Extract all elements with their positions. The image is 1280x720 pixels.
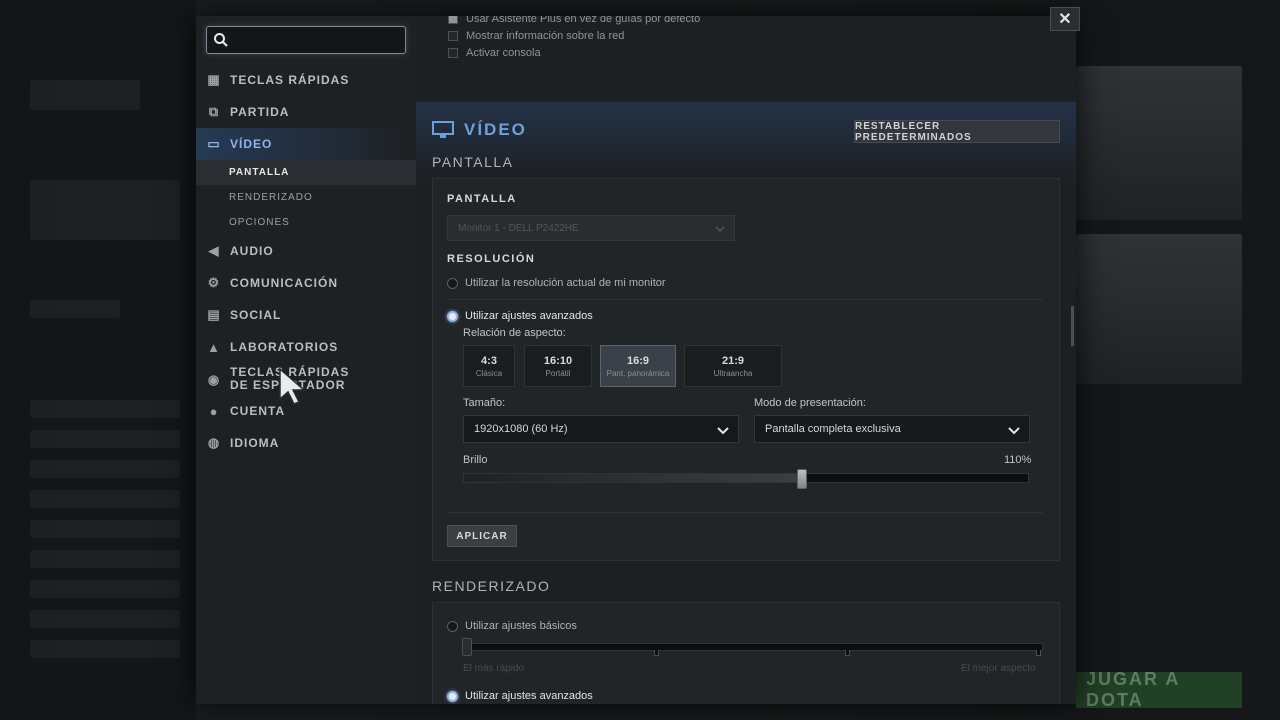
speaker-icon: ◀ [208,243,220,258]
divider [447,512,1043,513]
radio-button[interactable] [447,620,458,632]
brightness-value: 110% [1004,454,1032,466]
apply-button[interactable]: APLICAR [447,525,517,547]
scrollbar[interactable] [1071,306,1074,346]
search-icon [214,33,228,47]
close-button[interactable]: ✕ [1050,7,1080,31]
chevron-down-icon [717,427,729,435]
rendering-section-heading: RENDERIZADO [432,578,551,594]
chevron-down-icon [715,226,725,233]
spectator-icon: ◉ [207,371,221,387]
display-label: PANTALLA [447,193,517,205]
hotkeys-icon: ▦ [207,72,221,87]
sidebar-subitem-options[interactable]: OPCIONES [196,210,416,235]
display-panel: PANTALLA Monitor 1 - DELL P2422HE RESOLU… [432,178,1060,561]
sidebar-item-social[interactable]: ▤ SOCIAL [196,299,416,331]
chevron-down-icon [1008,427,1020,435]
radio-current-resolution[interactable]: Utilizar la resolución actual de mi moni… [447,277,666,289]
sidebar-item-match[interactable]: ⧉ PARTIDA [196,96,416,128]
radio-button[interactable] [447,690,458,702]
radio-basic-settings[interactable]: Utilizar ajustes básicos [447,620,577,632]
chat-icon: ▤ [207,307,221,322]
size-label: Tamaño: [463,397,506,409]
option-row[interactable]: Usar Asistente Plus en vez de guías por … [448,16,700,27]
background-news-card [1076,234,1242,384]
settings-content: Usar Asistente Plus en vez de guías por … [416,16,1076,704]
slider-tick [1036,650,1041,656]
checkbox[interactable] [448,30,458,41]
brightness-slider[interactable] [463,469,1029,489]
slider-fill [464,474,803,482]
resolution-label: RESOLUCIÓN [447,253,536,265]
best-looking-label: El mejor aspecto [961,663,1036,674]
sidebar-subitem-rendering[interactable]: RENDERIZADO [196,185,416,210]
aspect-option-21-9[interactable]: 21:9 Ultraancha [684,345,782,387]
slider-thumb[interactable] [797,469,808,489]
quality-slider[interactable] [462,638,1043,656]
user-icon: ● [209,403,219,419]
video-section-title: VÍDEO [432,120,527,140]
slider-thumb[interactable] [462,638,472,656]
slider-tick [654,650,659,656]
flask-icon: ▲ [207,339,221,355]
display-section-heading: PANTALLA [432,154,514,170]
sidebar-item-audio[interactable]: ◀ AUDIO [196,235,416,267]
misc-options: Usar Asistente Plus en vez de guías por … [448,16,700,61]
background-news-card [1076,66,1242,220]
radio-advanced-resolution[interactable]: Utilizar ajustes avanzados [447,310,593,322]
aspect-option-4-3[interactable]: 4:3 Clásica [463,345,515,387]
radio-button[interactable] [447,310,458,322]
monitor-dropdown[interactable]: Monitor 1 - DELL P2422HE [447,215,735,241]
search-input[interactable] [206,26,406,54]
presentation-mode-label: Modo de presentación: [754,397,866,409]
radio-button[interactable] [447,277,458,289]
background-sidebar [0,0,196,720]
mouse-cursor-icon [279,367,306,405]
fastest-label: El más rápido [463,663,525,674]
monitor-icon: ▭ [207,136,221,151]
slider-tick [845,650,850,656]
option-row[interactable]: Mostrar información sobre la red [448,27,700,44]
checkbox[interactable] [448,47,458,58]
sidebar-item-hotkeys[interactable]: ▦ TECLAS RÁPIDAS [196,64,416,96]
globe-icon: ◍ [207,435,221,450]
divider [447,299,1043,300]
aspect-option-16-9[interactable]: 16:9 Pant. panorámica [600,345,676,387]
play-dota-button[interactable]: JUGAR A DOTA [1076,669,1242,710]
sidebar-item-language[interactable]: ◍ IDIOMA [196,427,416,459]
gear-icon: ⚙ [207,275,221,290]
settings-dialog: ▦ TECLAS RÁPIDAS ⧉ PARTIDA ▭ VÍDEO PANTA… [196,16,1076,704]
monitor-icon [432,121,454,138]
presentation-mode-dropdown[interactable]: Pantalla completa exclusiva [754,415,1030,443]
settings-sidebar: ▦ TECLAS RÁPIDAS ⧉ PARTIDA ▭ VÍDEO PANTA… [196,16,416,704]
option-row[interactable]: Activar consola [448,44,700,61]
brightness-label: Brillo [463,454,488,466]
sidebar-item-labs[interactable]: ▲ LABORATORIOS [196,331,416,363]
sidebar-item-video[interactable]: ▭ VÍDEO [196,128,416,160]
sidebar-item-communication[interactable]: ⚙ COMUNICACIÓN [196,267,416,299]
rendering-panel: Utilizar ajustes básicos El más rápido E… [432,602,1060,704]
radio-advanced-settings[interactable]: Utilizar ajustes avanzados [447,690,593,702]
aspect-option-16-10[interactable]: 16:10 Portátil [524,345,592,387]
aspect-ratio-label: Relación de aspecto: [463,327,566,339]
reset-defaults-button[interactable]: RESTABLECER PREDETERMINADOS [854,120,1060,143]
size-dropdown[interactable]: 1920x1080 (60 Hz) [463,415,739,443]
sidebar-subitem-display[interactable]: PANTALLA [196,160,416,185]
match-icon: ⧉ [208,104,220,119]
checkbox[interactable] [448,16,458,24]
